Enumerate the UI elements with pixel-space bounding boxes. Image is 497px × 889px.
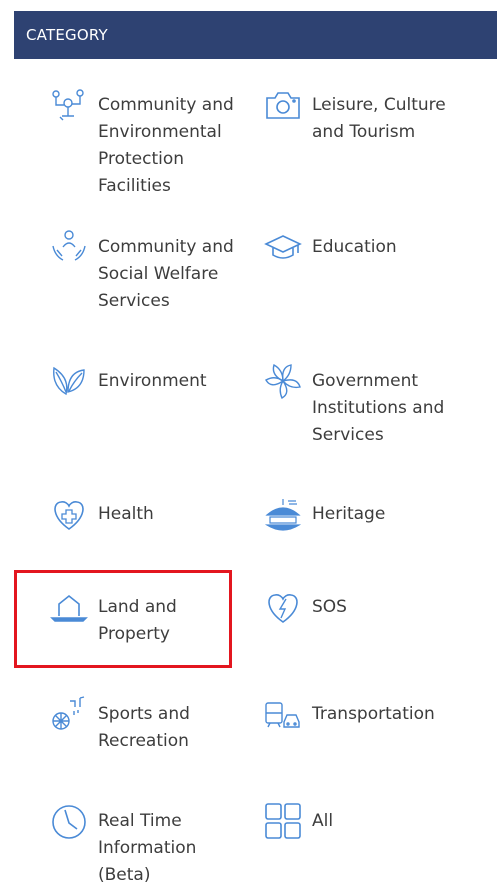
camera-icon <box>264 86 302 124</box>
clock-icon <box>50 802 88 840</box>
grid-icon <box>264 802 302 840</box>
selection-highlight <box>14 570 232 668</box>
category-community-environmental[interactable]: Community and Environmental Protection F… <box>50 89 250 200</box>
category-leisure-culture[interactable]: Leisure, Culture and Tourism <box>264 92 474 146</box>
leaves-icon <box>50 362 88 400</box>
hands-person-icon <box>50 228 88 266</box>
category-government[interactable]: Government Institutions and Services <box>264 363 474 449</box>
category-title: CATEGORY <box>26 26 108 44</box>
category-header: CATEGORY <box>14 11 497 59</box>
train-car-icon <box>264 695 302 733</box>
category-health[interactable]: Health <box>50 501 250 533</box>
bauhinia-icon <box>264 362 302 400</box>
ball-music-icon <box>50 695 88 733</box>
graduation-cap-icon <box>264 228 302 266</box>
heart-plus-icon <box>50 495 88 533</box>
category-real-time-info[interactable]: Real Time Information (Beta) <box>50 805 250 889</box>
category-heritage[interactable]: Heritage <box>264 499 464 533</box>
category-transportation[interactable]: Transportation <box>264 701 474 733</box>
pavilion-icon <box>264 495 302 533</box>
community-facilities-icon <box>50 86 88 124</box>
category-sports-recreation[interactable]: Sports and Recreation <box>50 696 250 755</box>
category-education[interactable]: Education <box>264 234 464 266</box>
category-environment[interactable]: Environment <box>50 366 250 400</box>
category-sos[interactable]: SOS <box>264 594 464 626</box>
category-all[interactable]: All <box>264 803 464 840</box>
broken-heart-bolt-icon <box>264 588 302 626</box>
category-community-social-welfare[interactable]: Community and Social Welfare Services <box>50 230 250 315</box>
